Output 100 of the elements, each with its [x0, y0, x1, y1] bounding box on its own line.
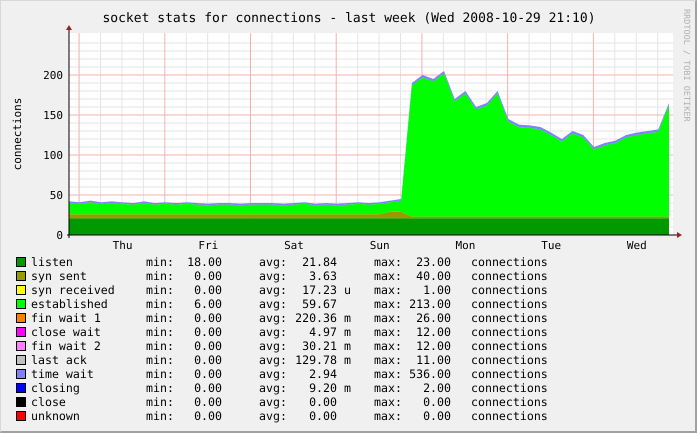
stat-value: 30.21 — [301, 339, 337, 353]
stat-value: 59.67 — [301, 297, 337, 311]
stat-value: 11.00 — [415, 353, 451, 367]
stat-label: avg: — [259, 339, 288, 353]
y-tick-label: 0 — [56, 229, 63, 242]
x-tick-label: Wed — [626, 239, 647, 251]
stat-label: min: — [146, 255, 175, 269]
stat-value: 0.00 — [308, 409, 337, 423]
stat-label: max: — [374, 339, 403, 353]
unit-label: connections — [471, 367, 548, 381]
stat-label: min: — [146, 353, 175, 367]
stat-label: max: — [374, 353, 403, 367]
stat-label: max: — [374, 269, 403, 283]
stat-value: 0.00 — [193, 409, 222, 423]
stat-value: 0.00 — [308, 395, 337, 409]
stat-value: 2.00 — [422, 381, 451, 395]
legend-label: close — [31, 395, 67, 409]
stat-label: max: — [374, 325, 403, 339]
stat-label: avg: — [259, 353, 288, 367]
stat-label: max: — [374, 367, 403, 381]
x-tick-label: Fri — [198, 239, 218, 251]
stat-label: avg: — [259, 283, 288, 297]
stat-value: 0.00 — [193, 353, 222, 367]
stat-label: min: — [146, 409, 175, 423]
unit-label: connections — [471, 311, 548, 325]
chart-title: socket stats for connections - last week (Wed 2008-10-29 21:10) — [102, 11, 596, 26]
unit-prefix: m — [344, 311, 351, 325]
stat-label: min: — [146, 381, 175, 395]
x-tick-label: Tue — [541, 239, 562, 251]
unit-prefix: m — [344, 353, 351, 367]
stat-value: 536.00 — [408, 367, 451, 381]
stat-value: 9.20 — [308, 381, 337, 395]
stat-value: 0.00 — [422, 409, 451, 423]
stat-value: 213.00 — [408, 297, 451, 311]
unit-prefix: m — [344, 325, 351, 339]
stat-value: 2.94 — [308, 367, 337, 381]
stat-value: 0.00 — [193, 311, 222, 325]
unit-label: connections — [471, 325, 548, 339]
stat-label: min: — [146, 283, 175, 297]
legend-label: syn received — [31, 283, 116, 297]
legend-label: listen — [31, 255, 74, 269]
stat-label: max: — [374, 395, 403, 409]
stat-value: 0.00 — [193, 381, 222, 395]
stat-value: 23.00 — [415, 255, 451, 269]
legend-label: fin wait 1 — [31, 311, 102, 325]
stat-value: 1.00 — [422, 283, 451, 297]
unit-prefix: m — [344, 381, 351, 395]
stat-value: 4.97 — [308, 325, 337, 339]
unit-prefix: m — [344, 339, 351, 353]
y-tick-label: 150 — [43, 109, 63, 122]
stat-value: 0.00 — [193, 367, 222, 381]
stat-value: 0.00 — [193, 339, 222, 353]
stat-value: 129.78 — [294, 353, 337, 367]
stat-label: avg: — [259, 409, 288, 423]
unit-label: connections — [471, 381, 548, 395]
stat-label: avg: — [259, 311, 288, 325]
stat-label: min: — [146, 325, 175, 339]
stat-label: max: — [374, 255, 403, 269]
legend-label: closing — [31, 381, 81, 395]
stat-value: 12.00 — [415, 325, 451, 339]
stat-value: 18.00 — [186, 255, 222, 269]
stat-label: avg: — [259, 255, 288, 269]
stat-label: avg: — [259, 367, 288, 381]
stat-label: max: — [374, 283, 403, 297]
stat-value: 0.00 — [193, 283, 222, 297]
y-tick-label: 50 — [50, 189, 63, 202]
unit-label: connections — [471, 269, 548, 283]
x-tick-label: Sun — [370, 239, 390, 251]
stat-value: 0.00 — [422, 395, 451, 409]
y-tick-label: 200 — [43, 69, 63, 82]
legend-label: syn sent — [31, 269, 88, 283]
unit-label: connections — [471, 283, 548, 297]
unit-label: connections — [471, 297, 548, 311]
unit-label: connections — [471, 255, 548, 269]
stat-value: 0.00 — [193, 395, 222, 409]
stat-label: min: — [146, 311, 175, 325]
stat-value: 26.00 — [415, 311, 451, 325]
stat-value: 3.63 — [308, 269, 337, 283]
x-tick-label: Thu — [112, 239, 132, 251]
credit-text: RRDTOOL / TOBI OETIKER — [681, 9, 691, 122]
stat-label: avg: — [259, 325, 288, 339]
stat-value: 40.00 — [415, 269, 451, 283]
stat-label: avg: — [259, 297, 288, 311]
stat-label: min: — [146, 269, 175, 283]
stat-label: min: — [146, 339, 175, 353]
legend-label: unknown — [31, 409, 81, 423]
stat-label: max: — [374, 409, 403, 423]
unit-prefix: u — [344, 283, 351, 297]
stat-label: min: — [146, 297, 175, 311]
legend-label: close wait — [31, 325, 102, 339]
stat-label: avg: — [259, 269, 288, 283]
legend-label: time wait — [31, 367, 95, 381]
stat-label: max: — [374, 297, 403, 311]
x-tick-label: Sat — [284, 239, 304, 251]
stat-label: min: — [146, 367, 175, 381]
stat-value: 17.23 — [301, 283, 337, 297]
x-tick-label: Mon — [456, 239, 476, 251]
stat-label: max: — [374, 381, 403, 395]
stat-label: min: — [146, 395, 175, 409]
stat-value: 0.00 — [193, 325, 222, 339]
